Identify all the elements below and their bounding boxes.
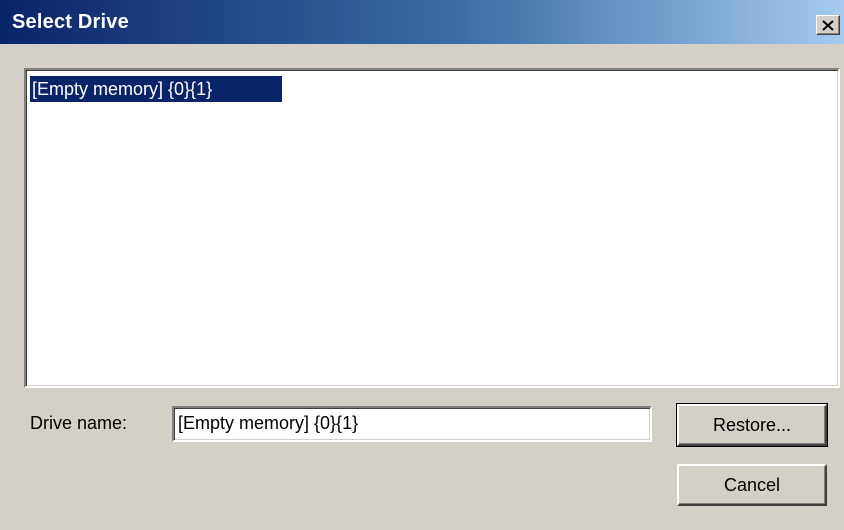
cancel-button[interactable]: Cancel <box>677 464 827 506</box>
select-drive-dialog: Select Drive [Empty memory] {0}{1} Drive… <box>0 0 844 530</box>
window-title: Select Drive <box>12 11 129 33</box>
list-item[interactable]: [Empty memory] {0}{1} <box>30 76 282 102</box>
title-bar[interactable]: Select Drive <box>0 0 844 44</box>
list-item-label: [Empty memory] {0}{1} <box>32 79 213 99</box>
restore-button[interactable]: Restore... <box>676 403 828 447</box>
drive-listbox[interactable]: [Empty memory] {0}{1} <box>24 68 840 388</box>
drive-name-label: Drive name: <box>30 413 128 433</box>
close-icon <box>822 19 834 31</box>
drive-name-input[interactable]: [Empty memory] {0}{1} <box>172 406 652 442</box>
close-button[interactable] <box>816 15 840 35</box>
